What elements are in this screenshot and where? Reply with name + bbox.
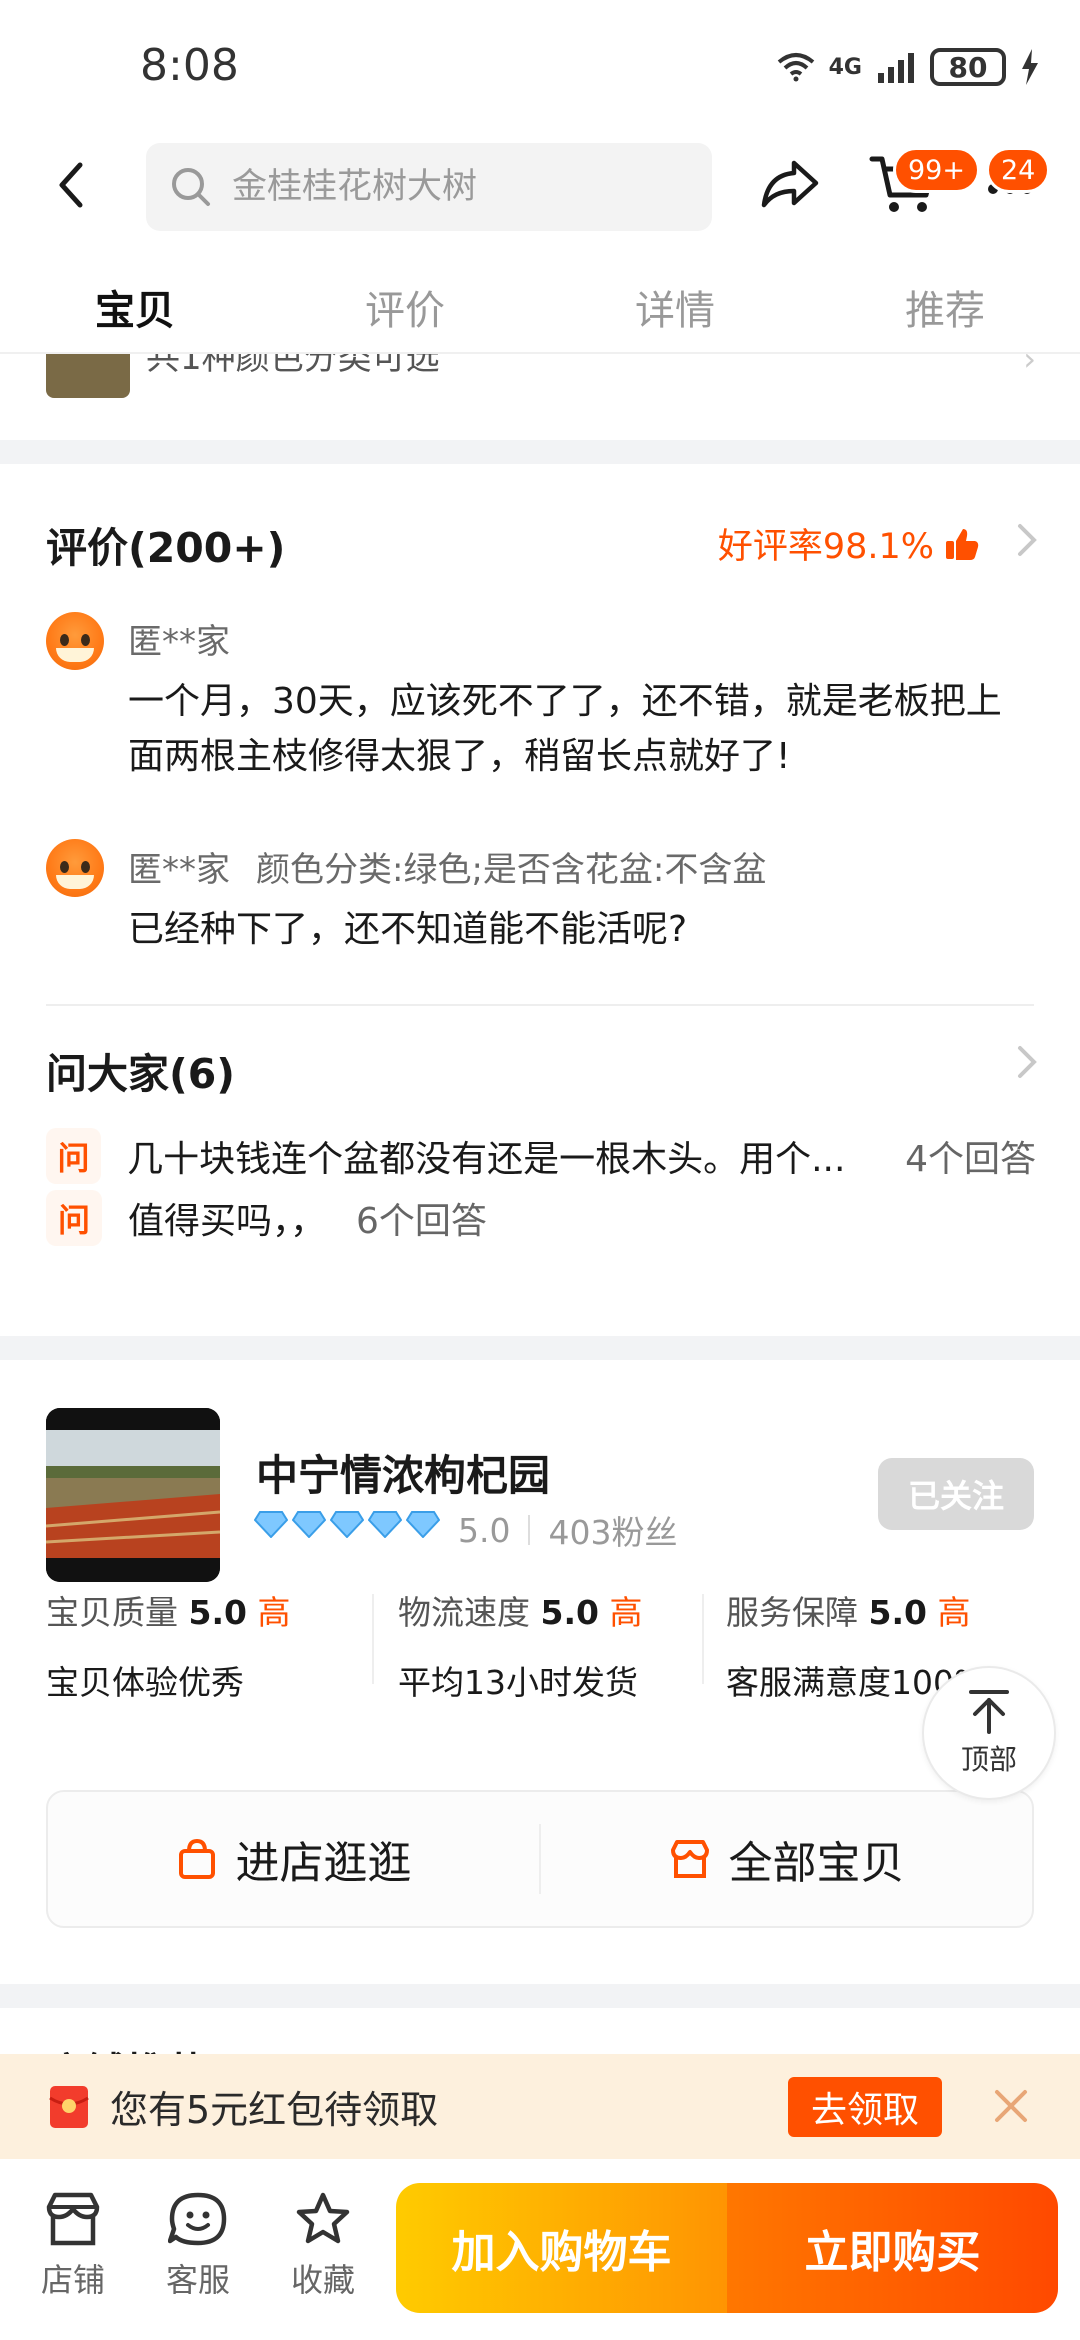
chevron-right-icon[interactable] bbox=[1012, 1042, 1040, 1082]
review-variant: 颜色分类:绿色;是否含花盆:不含盆 bbox=[256, 850, 767, 890]
tab-reviews[interactable]: 评价 bbox=[270, 240, 540, 352]
qa-title[interactable]: 问大家(6) bbox=[46, 1040, 235, 1100]
reviews-title[interactable]: 评价(200+) bbox=[46, 514, 285, 574]
status-time: 8:08 bbox=[140, 40, 239, 91]
diamond-icon bbox=[292, 1511, 326, 1538]
qa-item[interactable]: 问 几十块钱连个盆都没有还是一根木头。用个... 4个回答 bbox=[46, 1126, 1036, 1186]
purchase-buttons: 加入购物车 立即购买 bbox=[396, 2183, 1058, 2313]
question-tag: 问 bbox=[46, 1128, 102, 1184]
all-items-button[interactable]: 全部宝贝 bbox=[541, 1827, 1032, 1891]
shop-button[interactable]: 店铺 bbox=[28, 2191, 118, 2301]
review-user: 匿**家 bbox=[128, 622, 230, 662]
review-text[interactable]: 已经种下了，还不知道能不能活呢? bbox=[128, 902, 1028, 957]
diamond-icon bbox=[368, 1511, 402, 1538]
shop-label: 店铺 bbox=[40, 2261, 105, 2299]
status-icons: 4G 80 bbox=[777, 48, 1040, 86]
tab-recommend[interactable]: 推荐 bbox=[810, 240, 1080, 352]
store-icon bbox=[670, 1840, 709, 1878]
bottom-action-bar: 店铺 客服 收藏 加入购物车 立即购买 bbox=[0, 2159, 1080, 2340]
enter-store-label: 进店逛逛 bbox=[235, 1838, 412, 1889]
cart-badge: 99+ bbox=[893, 147, 980, 193]
red-envelope-icon bbox=[49, 2085, 89, 2128]
status-bar: 8:08 4G 80 bbox=[0, 0, 1080, 135]
tab-bar: 宝贝 评价 详情 推荐 bbox=[0, 240, 1080, 354]
shop-icon bbox=[46, 2192, 100, 2246]
store-image[interactable] bbox=[46, 1408, 220, 1582]
signal-icon bbox=[878, 53, 914, 83]
enter-store-button[interactable]: 进店逛逛 bbox=[48, 1827, 539, 1891]
favorite-label: 收藏 bbox=[290, 2261, 355, 2299]
arrow-up-icon bbox=[969, 1690, 1009, 1734]
question-tag: 问 bbox=[46, 1190, 102, 1246]
back-icon[interactable] bbox=[48, 155, 98, 215]
coupon-banner: 您有5元红包待领取 去领取 bbox=[0, 2054, 1080, 2159]
positive-rate-text: 好评率98.1% bbox=[717, 527, 934, 567]
all-items-label: 全部宝贝 bbox=[728, 1838, 905, 1889]
store-score: 5.0 bbox=[458, 1510, 511, 1550]
store-actions: 进店逛逛 全部宝贝 bbox=[46, 1790, 1034, 1928]
smiley-chat-icon bbox=[168, 2192, 227, 2246]
back-to-top-label: 顶部 bbox=[960, 1743, 1017, 1776]
buy-now-button[interactable]: 立即购买 bbox=[727, 2183, 1058, 2313]
stat-quality: 宝贝质量 5.0 高 宝贝体验优秀 bbox=[46, 1586, 290, 1704]
section-gap bbox=[0, 440, 1080, 464]
search-bar[interactable] bbox=[146, 143, 712, 231]
claim-coupon-button[interactable]: 去领取 bbox=[788, 2077, 942, 2137]
diamond-icon bbox=[254, 1511, 288, 1538]
variant-row[interactable]: 共1种颜色分类可选 › bbox=[0, 340, 1080, 440]
store-rating-diamonds bbox=[254, 1510, 440, 1538]
diamond-icon bbox=[406, 1511, 440, 1538]
chevron-right-icon[interactable] bbox=[1012, 520, 1040, 560]
network-type: 4G bbox=[828, 54, 862, 80]
review-text[interactable]: 一个月，30天，应该死不了了，还不错，就是老板把上面两根主枝修得太狠了，稍留长点… bbox=[128, 674, 1028, 784]
favorite-button[interactable]: 收藏 bbox=[278, 2191, 368, 2301]
separator bbox=[528, 1515, 531, 1545]
charging-icon bbox=[1022, 49, 1038, 85]
stat-logistics: 物流速度 5.0 高 平均13小时发货 bbox=[398, 1586, 642, 1704]
section-gap bbox=[0, 1336, 1080, 1360]
diamond-icon bbox=[330, 1511, 364, 1538]
back-to-top-button[interactable]: 顶部 bbox=[922, 1666, 1056, 1800]
close-icon[interactable] bbox=[993, 2088, 1029, 2124]
top-header: 99+ 24 bbox=[0, 135, 1080, 240]
tab-details[interactable]: 详情 bbox=[540, 240, 810, 352]
add-to-cart-button[interactable]: 加入购物车 bbox=[396, 2183, 727, 2313]
store-fans: 403粉丝 bbox=[548, 1513, 678, 1552]
section-gap bbox=[0, 1984, 1080, 2008]
wifi-icon bbox=[777, 53, 814, 82]
stat-description: 平均13小时发货 bbox=[398, 1663, 638, 1702]
review-user: 匿**家 bbox=[128, 850, 230, 890]
avatar bbox=[46, 612, 104, 670]
divider bbox=[702, 1594, 704, 1684]
qa-question: 几十块钱连个盆都没有还是一根木头。用个... bbox=[127, 1139, 846, 1180]
service-label: 客服 bbox=[165, 2261, 230, 2299]
stat-description: 宝贝体验优秀 bbox=[46, 1663, 244, 1702]
follow-button[interactable]: 已关注 bbox=[878, 1458, 1034, 1530]
stat-label: 服务保障 5.0 高 bbox=[726, 1593, 971, 1632]
thumbs-up-icon bbox=[946, 528, 979, 560]
search-icon bbox=[172, 168, 210, 206]
shopping-bag-icon bbox=[178, 1838, 215, 1879]
stat-label: 宝贝质量 5.0 高 bbox=[46, 1593, 291, 1632]
reviews-section: 评价(200+) 好评率98.1% 匿**家 一个月，30天，应该死不了了，还不… bbox=[0, 464, 1080, 1336]
customer-service-button[interactable]: 客服 bbox=[153, 2191, 243, 2301]
search-input[interactable] bbox=[232, 167, 672, 207]
positive-rate[interactable]: 好评率98.1% bbox=[718, 518, 980, 569]
tab-product[interactable]: 宝贝 bbox=[0, 240, 270, 352]
battery-indicator: 80 bbox=[930, 48, 1006, 86]
qa-item[interactable]: 问 值得买吗，， 6个回答 bbox=[46, 1188, 1036, 1248]
store-score-row: 5.0 403粉丝 bbox=[458, 1506, 677, 1554]
qa-question: 值得买吗，， bbox=[128, 1201, 327, 1242]
coupon-text: 您有5元红包待领取 bbox=[110, 2088, 439, 2132]
share-icon[interactable] bbox=[758, 151, 824, 217]
avatar bbox=[46, 839, 104, 897]
store-name[interactable]: 中宁情浓枸杞园 bbox=[256, 1442, 550, 1503]
stat-label: 物流速度 5.0 高 bbox=[398, 1593, 643, 1632]
divider bbox=[372, 1594, 374, 1684]
message-badge: 24 bbox=[986, 147, 1051, 193]
qa-answer-count: 4个回答 bbox=[905, 1139, 1036, 1180]
qa-answer-count: 6个回答 bbox=[356, 1201, 487, 1242]
divider bbox=[46, 1004, 1034, 1006]
star-icon bbox=[296, 2192, 350, 2244]
